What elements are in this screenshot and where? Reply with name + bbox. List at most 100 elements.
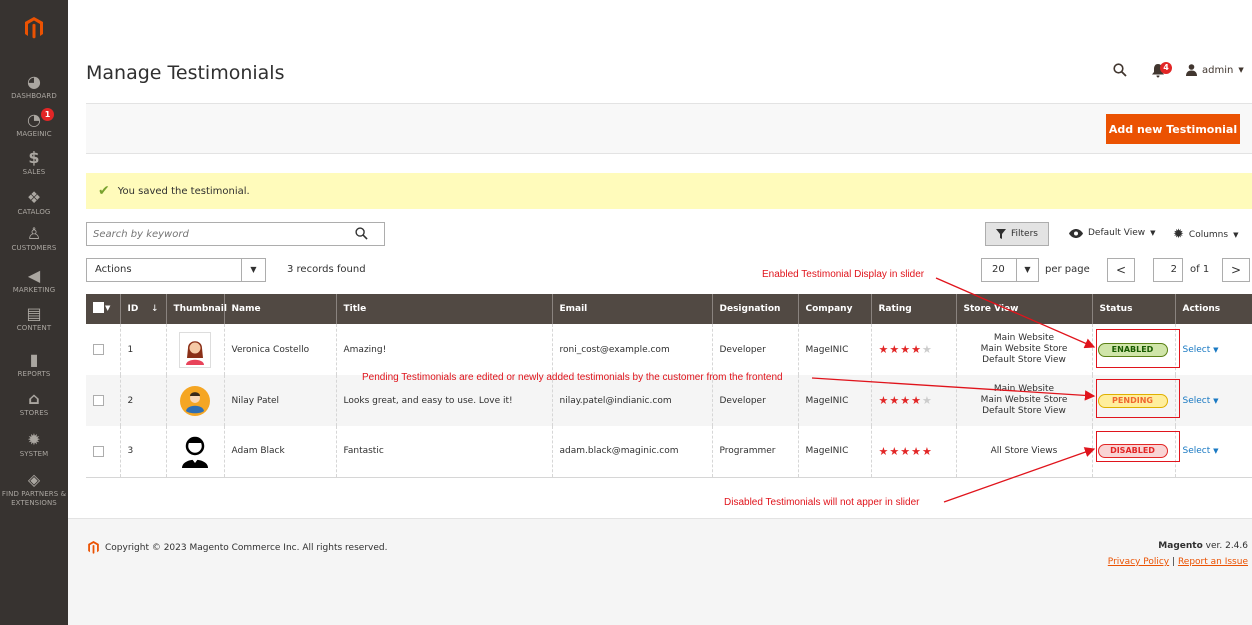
sort-arrow-icon: ↓: [150, 304, 159, 314]
per-page-select[interactable]: 20 ▼: [981, 258, 1039, 282]
cell-rating: ★★★★★: [870, 375, 956, 426]
cell-actions[interactable]: Select ▼: [1174, 375, 1252, 426]
funnel-icon: [996, 229, 1006, 239]
avatar: [179, 331, 211, 368]
sidebar-item-find[interactable]: ◈ FIND PARTNERS & EXTENSIONS: [0, 470, 68, 508]
store-view-line: Default Store View: [982, 406, 1066, 416]
cell-company: MageINIC: [797, 324, 871, 375]
annotation-enabled: Enabled Testimonial Display in slider: [762, 269, 925, 280]
mass-actions-label: Actions: [95, 264, 132, 275]
report-issue-link[interactable]: Report an Issue: [1178, 557, 1248, 567]
store-view-line: All Store Views: [990, 445, 1058, 456]
page-actions-bar: [86, 103, 1252, 154]
sidebar-item-catalog[interactable]: ❖ CATALOG: [0, 188, 68, 217]
page-title: Manage Testimonials: [86, 62, 285, 84]
store-icon: ⌂: [28, 389, 40, 408]
user-menu[interactable]: admin ▼: [1186, 64, 1244, 76]
bar-chart-icon: ▮: [29, 350, 39, 369]
search-input[interactable]: [87, 223, 337, 245]
search-field[interactable]: [86, 222, 385, 246]
megaphone-icon: ◀: [27, 266, 41, 285]
columns-label: Columns: [1188, 229, 1229, 240]
privacy-policy-link[interactable]: Privacy Policy: [1108, 557, 1169, 567]
column-header-rating[interactable]: Rating: [870, 294, 956, 324]
sidebar-item-label: REPORTS: [17, 370, 51, 378]
cell-actions[interactable]: Select ▼: [1174, 426, 1252, 478]
column-header-title[interactable]: Title: [335, 294, 552, 324]
column-header-name[interactable]: Name: [223, 294, 336, 324]
row-checkbox[interactable]: [93, 445, 104, 457]
sidebar-item-stores[interactable]: ⌂ STORES: [0, 389, 68, 418]
column-header-actions: Actions: [1174, 294, 1252, 324]
cell-actions[interactable]: Select ▼: [1174, 324, 1252, 375]
cell-email: roni_cost@example.com: [551, 324, 712, 375]
column-header-store-view[interactable]: Store View: [955, 294, 1092, 324]
column-header-thumbnail[interactable]: Thumbnail: [165, 294, 227, 324]
search-icon[interactable]: [1113, 63, 1129, 79]
table-row[interactable]: 1 Veronica Costello Amazing! roni_cost@exam…: [86, 324, 1252, 375]
sidebar-item-label: DASHBOARD: [11, 92, 57, 100]
previous-page-button[interactable]: <: [1107, 258, 1135, 282]
cell-rating: ★★★★★: [870, 426, 956, 478]
page-number-input[interactable]: 2: [1153, 258, 1183, 282]
mass-actions-select[interactable]: Actions ▼: [86, 258, 266, 282]
cell-id: 1: [119, 324, 166, 375]
sidebar-item-dashboard[interactable]: ◕ DASHBOARD: [0, 72, 68, 101]
sidebar-item-reports[interactable]: ▮ REPORTS: [0, 350, 68, 379]
sidebar-item-label: STORES: [19, 409, 49, 417]
column-header-designation[interactable]: Designation: [711, 294, 798, 324]
filters-label: Filters: [1011, 229, 1038, 239]
select-all-checkbox[interactable]: [93, 302, 104, 313]
table-row[interactable]: 3 Adam Black Fantastic adam.black@maginic.c…: [86, 426, 1252, 478]
store-view-line: Default Store View: [982, 355, 1066, 365]
column-header-id[interactable]: ID ↓: [119, 294, 166, 324]
filters-button[interactable]: Filters: [985, 222, 1049, 246]
user-icon: [1186, 64, 1197, 76]
highlight-enabled-status: [1096, 329, 1180, 368]
sidebar-item-sales[interactable]: $ SALES: [0, 148, 68, 177]
row-actions-select[interactable]: Select ▼: [1183, 446, 1219, 456]
cell-thumbnail: [165, 375, 224, 426]
row-checkbox[interactable]: [93, 395, 104, 406]
sidebar-item-label: CONTENT: [16, 324, 52, 332]
next-page-button[interactable]: >: [1222, 258, 1250, 282]
dashboard-icon: ◕: [27, 72, 41, 91]
success-message-text: You saved the testimonial.: [117, 185, 250, 197]
sidebar-item-mageinic[interactable]: ◔ MAGEINIC 1: [0, 108, 68, 139]
version-text: ver. 2.4.6: [1205, 541, 1248, 551]
sidebar-item-content[interactable]: ▤ CONTENT: [0, 304, 68, 333]
search-submit-icon[interactable]: [355, 227, 368, 243]
columns-selector[interactable]: ✹ Columns ▼: [1173, 227, 1238, 242]
notification-count-badge: 4: [1160, 62, 1172, 74]
sidebar-item-marketing[interactable]: ◀ MARKETING: [0, 266, 68, 295]
column-header-status[interactable]: Status: [1091, 294, 1175, 324]
brand-name: Magento: [1158, 541, 1203, 551]
column-header-email[interactable]: Email: [551, 294, 712, 324]
cell-title: Fantastic: [335, 426, 552, 478]
add-new-testimonial-button[interactable]: Add new Testimonial: [1106, 114, 1240, 144]
chevron-down-icon[interactable]: ▼: [105, 304, 110, 312]
row-actions-select[interactable]: Select ▼: [1183, 396, 1219, 406]
row-actions-select[interactable]: Select ▼: [1183, 345, 1219, 355]
sidebar-item-system[interactable]: ✹ SYSTEM: [0, 430, 68, 459]
view-selector[interactable]: Default View ▼: [1069, 228, 1156, 238]
star-rating: ★★★★★: [878, 444, 933, 458]
footer-links: Privacy Policy | Report an Issue: [1108, 557, 1248, 567]
cell-store-view: Main Website Main Website Store Default St…: [955, 324, 1092, 375]
star-rating: ★★★★★: [878, 394, 933, 407]
records-count: 3 records found: [287, 264, 366, 275]
sidebar-item-label: CATALOG: [17, 208, 51, 216]
avatar: [179, 433, 211, 470]
column-header-company[interactable]: Company: [797, 294, 871, 324]
sidebar-item-customers[interactable]: ♙ CUSTOMERS: [0, 224, 68, 253]
cell-id: 2: [119, 375, 166, 426]
row-checkbox[interactable]: [93, 344, 104, 355]
checkmark-icon: ✔: [98, 183, 110, 199]
sidebar-item-label: MARKETING: [12, 286, 56, 294]
select-all-header[interactable]: ▼: [86, 294, 120, 324]
notification-badge: 1: [41, 108, 54, 121]
footer: [68, 518, 1252, 625]
highlight-pending-status: [1096, 379, 1180, 418]
chevron-down-icon: ▼: [1150, 229, 1156, 237]
magento-logo-icon[interactable]: [0, 0, 68, 56]
